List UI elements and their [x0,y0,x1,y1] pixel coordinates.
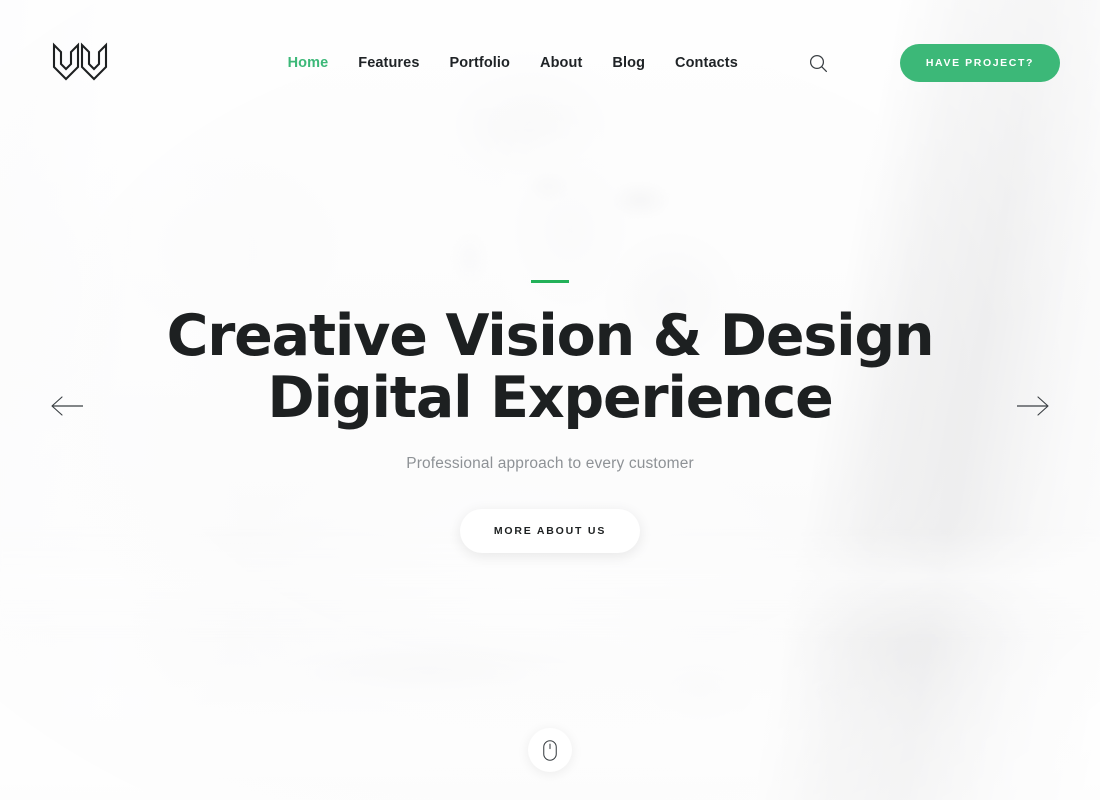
nav-item-blog[interactable]: Blog [612,55,645,71]
brand-logo-link[interactable] [40,41,108,85]
search-icon [810,54,828,72]
nav-item-portfolio[interactable]: Portfolio [450,55,511,71]
slider-prev-button[interactable] [45,386,89,426]
arrow-left-icon [51,396,83,416]
page-title: Creative Vision & Design Digital Experie… [166,303,935,432]
mouse-scroll-icon [543,739,557,761]
nav-item-contacts[interactable]: Contacts [675,55,738,71]
accent-divider [531,280,569,283]
arrow-right-icon [1017,396,1049,416]
hero-section: Home Features Portfolio About Blog Conta… [0,0,1100,800]
nav-item-about[interactable]: About [540,55,582,71]
headline-line-1: Creative Vision & Design [166,303,935,369]
search-button[interactable] [806,50,832,76]
nav-item-features[interactable]: Features [358,55,419,71]
more-about-us-button[interactable]: MORE ABOUT US [459,509,641,554]
have-project-button[interactable]: HAVE PROJECT? [899,44,1060,82]
brand-logo-icon [52,42,108,81]
hero-subtitle: Professional approach to every customer [406,455,694,473]
headline-line-2: Digital Experience [267,365,833,432]
scroll-down-button[interactable] [528,728,572,772]
hero-content: Creative Vision & Design Digital Experie… [0,280,1100,554]
main-navigation: Home Features Portfolio About Blog Conta… [288,44,1060,82]
nav-item-home[interactable]: Home [288,55,329,71]
site-header: Home Features Portfolio About Blog Conta… [0,0,1100,126]
slider-next-button[interactable] [1011,386,1055,426]
